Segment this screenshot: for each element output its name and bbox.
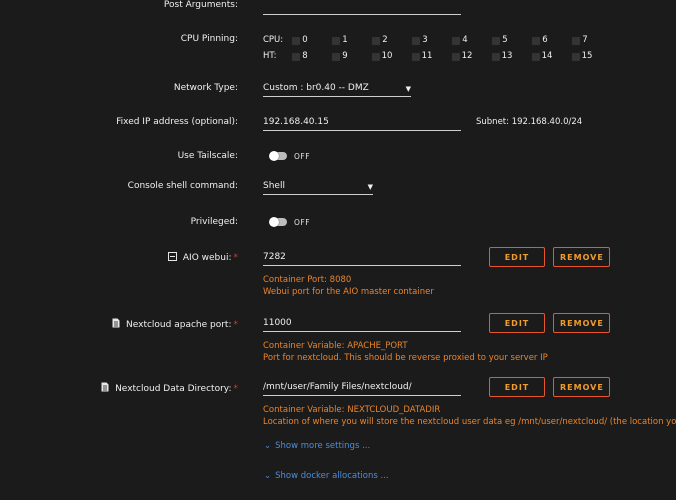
console-shell-label: Console shell command: xyxy=(127,181,238,191)
cpu-number: 2 xyxy=(382,35,388,45)
ht-checkbox-11[interactable] xyxy=(412,53,420,61)
caret-down-icon: ▼ xyxy=(405,85,411,93)
required-marker: * xyxy=(233,253,239,263)
subnet-text: Subnet: 192.168.40.0/24 xyxy=(476,117,583,127)
chevron-down-icon: ⌄ xyxy=(264,471,272,481)
apache-port-note-var: Container Variable: APACHE_PORT xyxy=(263,341,408,351)
required-marker: * xyxy=(233,320,239,330)
ht-checkbox-12[interactable] xyxy=(452,53,460,61)
ht-row-label: HT: xyxy=(263,51,277,61)
cpu-number: 4 xyxy=(462,35,468,45)
apache-port-label: Nextcloud apache port: * xyxy=(112,318,238,331)
edit-button[interactable]: EDIT xyxy=(489,377,545,397)
fixed-ip-input[interactable]: 192.168.40.15 xyxy=(263,116,461,131)
data-dir-note-desc: Location of where you will store the nex… xyxy=(263,417,676,427)
remove-button[interactable]: REMOVE xyxy=(553,247,610,267)
aio-webui-input[interactable]: 7282 xyxy=(263,251,461,266)
aio-webui-note-port: Container Port: 8080 xyxy=(263,275,352,285)
toggle-knob xyxy=(269,151,279,161)
cpu-pinning-label: CPU Pinning: xyxy=(180,34,238,44)
fixed-ip-label: Fixed IP address (optional): xyxy=(116,117,238,127)
remove-button[interactable]: REMOVE xyxy=(553,377,610,397)
cpu-number: 3 xyxy=(422,35,428,45)
ht-checkbox-10[interactable] xyxy=(372,53,380,61)
cpu-number: 0 xyxy=(302,35,308,45)
privileged-state: OFF xyxy=(294,218,311,227)
apache-port-input[interactable]: 11000 xyxy=(263,317,461,332)
ht-number: 11 xyxy=(421,51,433,61)
ht-number: 9 xyxy=(342,51,348,61)
ht-checkbox-13[interactable] xyxy=(492,53,500,61)
show-docker-allocations-link[interactable]: ⌄ Show docker allocations ... xyxy=(264,471,389,481)
cpu-number: 6 xyxy=(542,35,548,45)
post-arguments-input[interactable] xyxy=(263,0,461,15)
collapse-icon[interactable] xyxy=(167,252,177,264)
tailscale-toggle[interactable] xyxy=(269,151,287,161)
caret-down-icon: ▼ xyxy=(367,183,373,191)
network-type-value: Custom : br0.40 -- DMZ xyxy=(263,83,369,93)
file-icon xyxy=(101,382,109,395)
cpu-row-label: CPU: xyxy=(263,35,284,45)
cpu-number: 5 xyxy=(502,35,508,45)
file-icon xyxy=(112,318,120,331)
tailscale-label: Use Tailscale: xyxy=(177,151,238,161)
show-docker-allocations-text: Show docker allocations ... xyxy=(275,471,389,481)
network-type-label: Network Type: xyxy=(173,83,238,93)
aio-webui-note-desc: Webui port for the AIO master container xyxy=(263,287,434,297)
console-shell-select[interactable]: Shell ▼ xyxy=(263,180,373,195)
network-type-select[interactable]: Custom : br0.40 -- DMZ ▼ xyxy=(263,82,411,97)
privileged-toggle[interactable] xyxy=(269,217,287,227)
tailscale-state: OFF xyxy=(294,152,311,161)
ht-checkbox-15[interactable] xyxy=(572,53,580,61)
edit-button[interactable]: EDIT xyxy=(489,247,545,267)
ht-checkbox-14[interactable] xyxy=(532,53,540,61)
data-dir-input[interactable]: /mnt/user/Family Files/nextcloud/ xyxy=(263,381,461,396)
required-marker: * xyxy=(233,384,239,394)
toggle-knob xyxy=(269,217,279,227)
aio-webui-label: AIO webui: * xyxy=(167,252,239,264)
ht-number: 8 xyxy=(302,51,308,61)
apache-port-label-text: Nextcloud apache port: xyxy=(126,320,232,330)
cpu-number: 7 xyxy=(582,35,588,45)
aio-webui-label-text: AIO webui: xyxy=(182,253,232,263)
console-shell-value: Shell xyxy=(263,181,285,191)
show-more-settings-link[interactable]: ⌄ Show more settings ... xyxy=(264,441,370,451)
data-dir-label: Nextcloud Data Directory: * xyxy=(101,382,238,395)
data-dir-note-var: Container Variable: NEXTCLOUD_DATADIR xyxy=(263,405,441,415)
remove-button[interactable]: REMOVE xyxy=(553,313,610,333)
apache-port-note-desc: Port for nextcloud. This should be rever… xyxy=(263,353,548,363)
edit-button[interactable]: EDIT xyxy=(489,313,545,333)
cpu-number: 1 xyxy=(342,35,348,45)
ht-number: 15 xyxy=(581,51,593,61)
show-more-settings-text: Show more settings ... xyxy=(275,441,371,451)
ht-number: 12 xyxy=(461,51,473,61)
privileged-label: Privileged: xyxy=(190,217,238,227)
chevron-down-icon: ⌄ xyxy=(264,441,272,451)
ht-number: 10 xyxy=(381,51,393,61)
ht-number: 14 xyxy=(541,51,553,61)
ht-number: 13 xyxy=(501,51,513,61)
data-dir-label-text: Nextcloud Data Directory: xyxy=(115,384,232,394)
post-arguments-label: Post Arguments: xyxy=(163,0,238,10)
